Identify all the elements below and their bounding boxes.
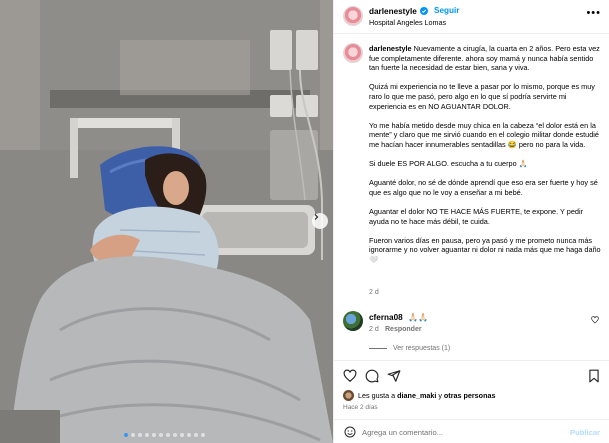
commenter-username[interactable]: cferna08	[369, 313, 403, 322]
carousel-dot	[131, 433, 135, 437]
likes-others-link[interactable]: otras personas	[444, 391, 496, 400]
carousel-dot	[180, 433, 184, 437]
hospital-bed-illustration	[0, 0, 333, 443]
verified-icon	[420, 7, 428, 15]
more-options-button[interactable]: •••	[586, 8, 601, 19]
comment-text: 🙏🏻🙏🏻	[408, 313, 428, 322]
caption-paragraph: Quizá mi experiencia no te lleve a pasar…	[369, 82, 595, 111]
post-photo[interactable]	[0, 0, 333, 443]
post-timestamp: Hace 2 días	[343, 404, 378, 411]
publish-button[interactable]: Publicar	[570, 428, 600, 437]
reply-button[interactable]: Responder	[385, 326, 422, 333]
caption-paragraph: Fueron varios días en pausa, pero ya pas…	[369, 235, 601, 265]
carousel-next-button[interactable]	[312, 213, 328, 229]
share-icon[interactable]	[387, 369, 401, 383]
post-caption: darlenestyle Nuevamente a cirugía, la cu…	[369, 44, 601, 274]
comment-timestamp: 2 d	[369, 326, 379, 333]
caption-paragraph: Si duele ES POR ALGO. escucha a tu cuerp…	[369, 159, 528, 169]
likes-joiner: y	[438, 391, 442, 400]
caption-avatar[interactable]	[343, 43, 363, 63]
bookmark-icon[interactable]	[587, 369, 601, 383]
post-detail-panel: darlenestyle Seguir Hospital Angeles Lom…	[333, 0, 609, 443]
caption-paragraph: Aguantar el dolor NO TE HACE MÁS FUERTE,…	[369, 207, 584, 226]
carousel-dot	[173, 433, 177, 437]
location-link[interactable]: Hospital Angeles Lomas	[369, 18, 446, 27]
carousel-dot	[145, 433, 149, 437]
carousel-dot	[159, 433, 163, 437]
divider	[369, 347, 387, 349]
carousel-dot	[201, 433, 205, 437]
comment-like-icon[interactable]	[591, 316, 599, 324]
comment-icon[interactable]	[365, 369, 379, 383]
caption-username[interactable]: darlenestyle	[369, 44, 412, 53]
view-replies-button[interactable]: Ver respuestas (1)	[369, 345, 450, 352]
carousel-dot	[124, 433, 128, 437]
carousel-dot	[166, 433, 170, 437]
likes-prefix: Les gusta a	[358, 391, 396, 400]
caption-paragraph: Yo me había metido desde muy chica en la…	[369, 120, 599, 149]
carousel-indicator	[124, 433, 205, 437]
avatar[interactable]	[343, 6, 363, 26]
post-header: darlenestyle Seguir Hospital Angeles Lom…	[334, 0, 609, 34]
carousel-dot	[138, 433, 142, 437]
author-username[interactable]: darlenestyle	[369, 7, 417, 16]
view-replies-label: Ver respuestas (1)	[393, 345, 451, 352]
caption-paragraph: Aguanté dolor, no sé de dónde aprendí qu…	[369, 178, 598, 197]
carousel-dot	[194, 433, 198, 437]
carousel-dot	[152, 433, 156, 437]
caption-timestamp: 2 d	[369, 289, 379, 296]
likes-summary: Les gusta a diane_maki y otras personas	[358, 391, 495, 400]
comment-input[interactable]	[362, 424, 562, 440]
chevron-right-icon	[314, 214, 319, 220]
liker-avatar[interactable]	[343, 390, 354, 401]
carousel-dot	[187, 433, 191, 437]
follow-button[interactable]: Seguir	[434, 6, 459, 15]
liker-username[interactable]: diane_maki	[397, 391, 436, 400]
emoji-icon[interactable]	[344, 426, 356, 438]
commenter-avatar[interactable]	[343, 311, 363, 331]
comment-composer: Publicar	[334, 419, 609, 443]
heart-icon[interactable]	[343, 369, 357, 383]
